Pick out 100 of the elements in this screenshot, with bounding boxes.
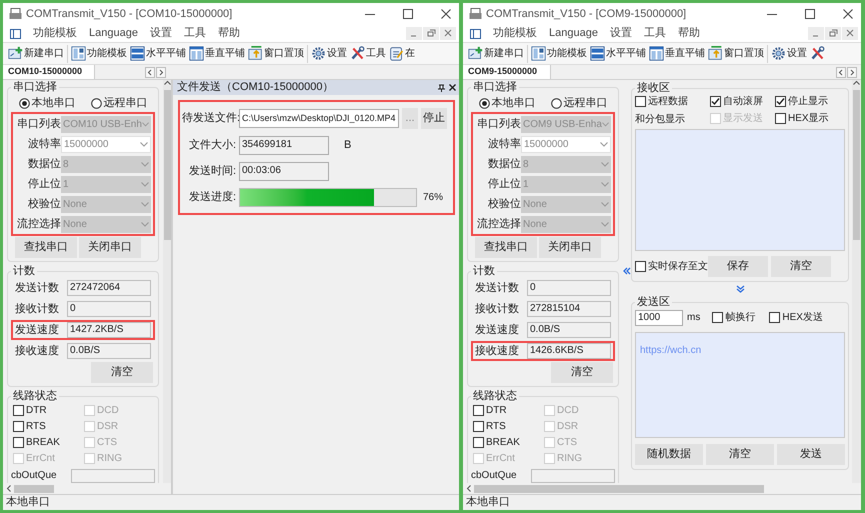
radio-option[interactable]: 远程串口: [90, 94, 148, 112]
maximize-icon[interactable]: [805, 9, 815, 19]
expand-left-icon[interactable]: [623, 267, 631, 275]
radio-icon[interactable]: [18, 98, 30, 108]
scroll-up-icon[interactable]: [164, 80, 171, 85]
close-icon[interactable]: [449, 84, 456, 91]
menu-item[interactable]: 功能模板: [493, 25, 537, 42]
scroll-up-icon[interactable]: [853, 80, 860, 85]
toolbar-button-label[interactable]: 设置: [787, 46, 807, 61]
tab-left-icon[interactable]: [836, 66, 846, 78]
menu-item[interactable]: 设置: [150, 25, 172, 42]
checkbox[interactable]: [13, 420, 24, 432]
menu-item[interactable]: Language: [549, 25, 598, 42]
push-button[interactable]: 清空: [551, 362, 613, 383]
toolbar-button-label[interactable]: 水平平铺: [146, 46, 186, 61]
menu-item[interactable]: 工具: [644, 25, 666, 42]
tools-icon[interactable]: [350, 46, 365, 61]
radio-icon[interactable]: [90, 98, 102, 108]
radio-icon[interactable]: [478, 98, 490, 108]
new-port-icon[interactable]: [468, 46, 483, 61]
toolbar-button-label[interactable]: 在: [405, 46, 415, 61]
scroll-left-icon[interactable]: [6, 485, 11, 492]
new-port-icon[interactable]: [8, 46, 23, 61]
close-icon[interactable]: [843, 9, 853, 19]
toolbar-button-label[interactable]: 窗口置顶: [264, 46, 304, 61]
toolbar-button-label[interactable]: 新建串口: [484, 46, 524, 61]
menu-item[interactable]: 帮助: [678, 25, 700, 42]
document-tab[interactable]: COM10-15000000: [3, 65, 95, 79]
menu-item[interactable]: 功能模板: [33, 25, 77, 42]
radio-option[interactable]: 本地串口: [478, 94, 536, 112]
tab-left-icon[interactable]: [145, 66, 155, 78]
restore-icon[interactable]: [825, 27, 841, 40]
close-icon[interactable]: [441, 9, 451, 19]
checkbox[interactable]: [473, 436, 484, 448]
rows-icon[interactable]: [130, 46, 145, 61]
columns-icon[interactable]: [189, 46, 204, 61]
document-tab[interactable]: COM9-15000000: [463, 65, 551, 79]
radio-icon[interactable]: [550, 98, 562, 108]
panel-icon[interactable]: [10, 28, 21, 38]
scroll-left-icon[interactable]: [466, 485, 471, 492]
toolbar-button-label[interactable]: 功能模板: [87, 46, 127, 61]
push-button[interactable]: 清空: [771, 256, 831, 277]
toolbar-button-label[interactable]: 垂直平铺: [665, 46, 705, 61]
interval-field[interactable]: 1000: [635, 310, 683, 326]
tab-right-icon[interactable]: [847, 66, 857, 78]
push-button[interactable]: 清空: [706, 444, 774, 465]
checkbox[interactable]: [635, 96, 646, 107]
toolbar-button-label[interactable]: 功能模板: [547, 46, 587, 61]
checkbox[interactable]: [13, 436, 24, 448]
push-button[interactable]: 停止: [421, 108, 447, 129]
checkbox[interactable]: [473, 404, 484, 416]
settings-icon[interactable]: [311, 46, 326, 61]
vertical-scrollbar[interactable]: [163, 80, 171, 483]
checkbox[interactable]: [775, 113, 786, 124]
field-label: 停止位: [487, 176, 521, 192]
radio-option[interactable]: 本地串口: [18, 94, 76, 112]
toolbar-button-label[interactable]: 窗口置顶: [724, 46, 764, 61]
file-path-field[interactable]: C:\Users\mzw\Desktop\DJI_0120.MP4: [239, 109, 399, 128]
toolbar-button-label[interactable]: 工具: [366, 46, 386, 61]
combo-box[interactable]: 15000000: [521, 136, 611, 152]
checkbox[interactable]: [710, 96, 721, 107]
layout-icon[interactable]: [531, 46, 546, 61]
checkbox[interactable]: [769, 312, 780, 323]
settings-icon[interactable]: [771, 46, 786, 61]
menu-item[interactable]: 帮助: [218, 25, 240, 42]
push-button[interactable]: 查找串口: [475, 237, 537, 258]
menu-item[interactable]: 设置: [610, 25, 632, 42]
pin-icon[interactable]: [438, 84, 445, 92]
checkbox[interactable]: [712, 312, 724, 323]
toolbar-button-label[interactable]: 垂直平铺: [205, 46, 245, 61]
push-button[interactable]: 发送: [777, 444, 845, 465]
notepad-icon[interactable]: [389, 46, 404, 61]
vertical-scrollbar[interactable]: [852, 80, 861, 483]
menu-item[interactable]: 工具: [184, 25, 206, 42]
collapse-icon[interactable]: [736, 285, 744, 293]
combo-box[interactable]: 15000000: [61, 136, 151, 152]
checkbox[interactable]: [775, 96, 786, 107]
push-button[interactable]: 关闭串口: [79, 237, 141, 258]
restore-icon[interactable]: [423, 27, 439, 40]
push-button[interactable]: 保存: [708, 256, 768, 277]
push-button[interactable]: 关闭串口: [539, 237, 601, 258]
maximize-icon[interactable]: [403, 9, 413, 19]
tools-icon[interactable]: [810, 46, 825, 61]
tab-right-icon[interactable]: [156, 66, 166, 78]
checkbox[interactable]: [13, 404, 24, 416]
toolbar-button-label[interactable]: 新建串口: [24, 46, 64, 61]
push-button[interactable]: 随机数据: [635, 444, 703, 465]
checkbox[interactable]: [473, 420, 484, 432]
push-button[interactable]: 查找串口: [15, 237, 77, 258]
layout-icon[interactable]: [71, 46, 86, 61]
toolbar-button-label[interactable]: 设置: [327, 46, 347, 61]
push-button[interactable]: 清空: [91, 362, 153, 383]
toolbar-button-label[interactable]: 水平平铺: [606, 46, 646, 61]
menu-item[interactable]: Language: [89, 25, 138, 42]
rows-icon[interactable]: [590, 46, 605, 61]
checkbox[interactable]: [635, 261, 646, 272]
panel-icon[interactable]: [470, 28, 481, 38]
checkbox-label: HEX发送: [782, 311, 823, 325]
columns-icon[interactable]: [649, 46, 664, 61]
radio-option[interactable]: 远程串口: [550, 94, 608, 112]
